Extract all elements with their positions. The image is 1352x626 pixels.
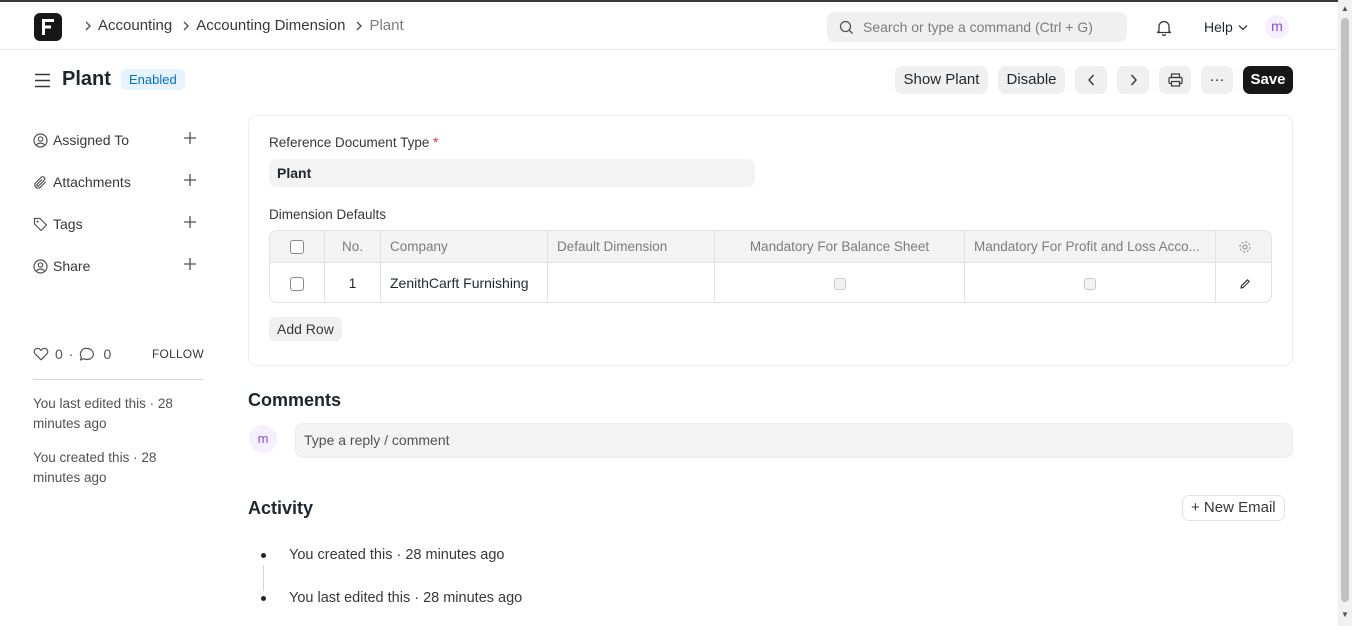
- row-checkbox[interactable]: [290, 277, 304, 292]
- chevron-down-icon: [1238, 24, 1248, 30]
- previous-button[interactable]: [1075, 66, 1107, 94]
- disable-button[interactable]: Disable: [998, 66, 1065, 94]
- help-label: Help: [1204, 19, 1233, 35]
- last-edited-note: You last edited this · 28 minutes ago: [33, 396, 173, 431]
- timeline-dot: [261, 553, 266, 558]
- timeline-dot: [261, 596, 266, 601]
- select-all-cell: [270, 231, 325, 263]
- print-button[interactable]: [1159, 66, 1191, 94]
- dimension-defaults-table: No. Company Default Dimension Mandatory …: [269, 230, 1272, 303]
- row-edit-cell: [1216, 263, 1271, 302]
- follow-button[interactable]: FOLLOW: [152, 347, 204, 361]
- chevron-right-icon: [182, 21, 190, 31]
- scroll-down-icon[interactable]: ▼: [1341, 610, 1349, 619]
- navbar: Accounting Accounting Dimension Plant Se…: [0, 0, 1338, 50]
- plus-icon[interactable]: [183, 173, 197, 187]
- separator-dot: ·: [68, 346, 74, 362]
- activity-heading: Activity: [248, 498, 314, 518]
- breadcrumb-accounting[interactable]: Accounting: [98, 17, 172, 34]
- column-header-mandatory-pl[interactable]: Mandatory For Profit and Loss Acco...: [965, 231, 1216, 263]
- sidebar-item-label: Attachments: [53, 174, 131, 190]
- tag-icon: [33, 217, 48, 231]
- share-user-icon: [33, 258, 48, 274]
- comments-heading: Comments: [248, 390, 342, 410]
- comment-count: 0: [103, 346, 112, 362]
- reference-doctype-label-text: Reference Document Type: [269, 135, 430, 150]
- comment-avatar: m: [249, 425, 277, 453]
- likes-comments-counter: 0 · 0: [33, 346, 111, 362]
- new-email-button[interactable]: + New Email: [1182, 495, 1285, 521]
- chevron-right-icon: [355, 21, 363, 31]
- plus-icon[interactable]: [183, 215, 197, 229]
- created-note: You created this · 28 minutes ago: [33, 450, 157, 485]
- column-header-default-dimension[interactable]: Default Dimension: [548, 231, 715, 263]
- column-settings-cell: [1216, 231, 1271, 263]
- search-placeholder: Search or type a command (Ctrl + G): [863, 19, 1093, 35]
- paperclip-icon: [34, 175, 46, 189]
- row-company[interactable]: ZenithCarft Furnishing: [381, 263, 548, 302]
- reference-doctype-field[interactable]: Plant: [269, 159, 755, 187]
- show-plant-button[interactable]: Show Plant: [895, 66, 988, 94]
- reference-doctype-label: Reference Document Type *: [269, 135, 438, 150]
- comment-icon[interactable]: [79, 347, 95, 362]
- mandatory-bs-checkbox[interactable]: [833, 278, 846, 291]
- edit-pencil-icon[interactable]: [1239, 278, 1251, 290]
- activity-item: You created this · 28 minutes ago: [289, 547, 505, 563]
- row-number: 1: [325, 263, 381, 302]
- search-icon: [839, 20, 853, 34]
- sidebar-item-tags[interactable]: Tags: [33, 216, 203, 232]
- comment-input[interactable]: Type a reply / comment: [295, 423, 1293, 458]
- add-row-button[interactable]: Add Row: [269, 317, 342, 341]
- printer-icon: [1167, 73, 1183, 87]
- scroll-up-icon[interactable]: ▲: [1341, 4, 1349, 13]
- breadcrumb-accounting-dimension[interactable]: Accounting Dimension: [196, 17, 345, 34]
- row-default-dimension[interactable]: [548, 263, 715, 302]
- row-mandatory-pl-cell: [965, 263, 1216, 302]
- column-header-no: No.: [325, 231, 381, 263]
- sidebar-divider: [33, 379, 203, 380]
- column-header-company[interactable]: Company: [381, 231, 548, 263]
- sidebar-toggle-icon[interactable]: [34, 73, 51, 91]
- sidebar-item-attachments[interactable]: Attachments: [33, 174, 203, 190]
- notification-bell-icon[interactable]: [1156, 19, 1172, 39]
- search-input[interactable]: Search or type a command (Ctrl + G): [827, 12, 1127, 42]
- sidebar-item-label: Tags: [53, 216, 83, 232]
- timeline-connector: [263, 565, 264, 591]
- scrollbar-thumb[interactable]: [1341, 18, 1349, 602]
- chevron-right-icon: [84, 21, 92, 31]
- page-title: Plant: [62, 68, 111, 90]
- column-header-mandatory-bs[interactable]: Mandatory For Balance Sheet: [715, 231, 965, 263]
- user-assign-icon: [33, 132, 48, 148]
- frappe-logo-icon: [42, 19, 54, 35]
- gear-icon[interactable]: [1238, 240, 1252, 254]
- required-indicator: *: [433, 135, 439, 150]
- sidebar-item-label: Share: [53, 258, 91, 274]
- plus-icon[interactable]: [183, 257, 197, 271]
- help-menu[interactable]: Help: [1204, 19, 1248, 35]
- chevron-right-icon: [1130, 74, 1137, 86]
- mandatory-pl-checkbox[interactable]: [1084, 278, 1096, 291]
- sidebar-item-share[interactable]: Share: [33, 258, 203, 274]
- next-button[interactable]: [1117, 66, 1149, 94]
- select-all-checkbox[interactable]: [290, 240, 304, 255]
- page-scrollbar[interactable]: ▲ ▼: [1338, 0, 1352, 626]
- heart-icon[interactable]: [33, 347, 49, 361]
- plus-icon[interactable]: [183, 131, 197, 145]
- status-badge: Enabled: [121, 69, 185, 90]
- like-count: 0: [55, 346, 63, 362]
- dimension-defaults-label: Dimension Defaults: [269, 207, 387, 222]
- breadcrumb-current[interactable]: Plant: [369, 17, 403, 34]
- save-button[interactable]: Save: [1243, 66, 1293, 94]
- chevron-left-icon: [1087, 74, 1094, 86]
- app-logo[interactable]: [34, 13, 62, 41]
- row-mandatory-bs-cell: [715, 263, 965, 302]
- sidebar-item-label: Assigned To: [53, 132, 130, 148]
- user-avatar[interactable]: m: [1265, 15, 1289, 39]
- sidebar-item-assigned-to[interactable]: Assigned To: [33, 132, 203, 148]
- more-options-button[interactable]: ···: [1201, 66, 1233, 94]
- row-select-cell: [270, 263, 325, 302]
- breadcrumb: Accounting Accounting Dimension Plant: [78, 17, 404, 34]
- activity-item: You last edited this · 28 minutes ago: [289, 590, 523, 606]
